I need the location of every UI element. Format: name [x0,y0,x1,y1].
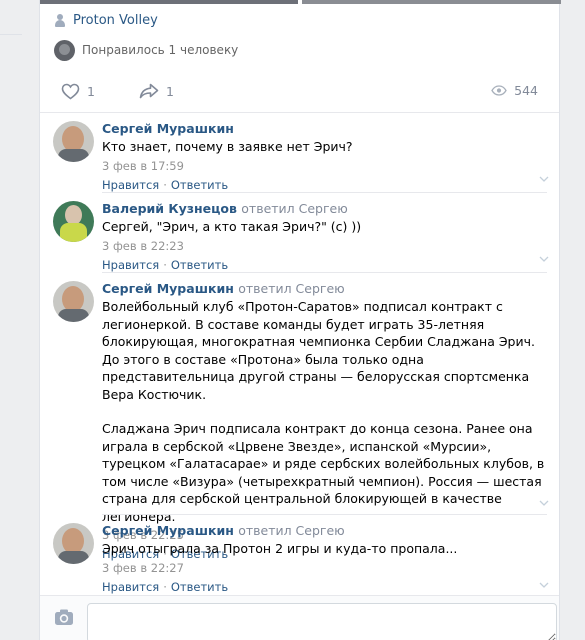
heart-icon [61,83,80,100]
person-icon [54,13,66,27]
comment-paragraph: Эрич отыграла за Протон 2 игры и куда-то… [102,541,458,556]
chevron-down-icon[interactable] [539,500,549,506]
camera-icon[interactable] [53,606,75,628]
author-avatar[interactable] [53,523,94,564]
likers-row[interactable]: Понравилось 1 человеку [54,39,238,61]
chevron-down-icon[interactable] [539,582,549,588]
comment-time[interactable]: 3 фев в 22:23 [102,239,545,254]
comment: Сергей Мурашкин Кто знает, почему в заяв… [40,112,559,192]
replied-to[interactable]: ответил Сергею [241,201,348,216]
post-actions: 1 1 544 [40,80,559,108]
comment-composer [40,595,559,640]
eye-icon [491,85,507,96]
reply-link[interactable]: Ответить [171,258,228,272]
replied-to[interactable]: ответил Сергею [238,523,345,538]
comment-paragraph: Волейбольный клуб «Протон-Саратов» подпи… [102,299,535,402]
comment-time[interactable]: 3 фев в 22:27 [102,561,545,576]
comment-text: Кто знает, почему в заявке нет Эрич? [102,138,545,156]
author-avatar[interactable] [53,121,94,162]
comment-author: Валерий Кузнецов ответил Сергею [102,201,545,217]
comment-time[interactable]: 3 фев в 17:59 [102,159,545,174]
comment-author: Сергей Мурашкин ответил Сергею [102,523,545,539]
comment-author: Сергей Мурашкин [102,121,545,137]
author-link[interactable]: Валерий Кузнецов [102,201,237,216]
author-avatar[interactable] [53,201,94,242]
like-comment-link[interactable]: Нравится [102,258,159,272]
comment-actions: Нравится · Ответить [102,579,229,594]
liker-avatar[interactable] [54,39,75,61]
post-source[interactable]: Proton Volley [54,11,158,29]
comment: Сергей Мурашкин ответил Сергею Эрич отыг… [40,514,559,594]
like-count: 1 [87,84,95,99]
author-link[interactable]: Сергей Мурашкин [102,121,234,136]
post-photo[interactable] [40,0,298,4]
comment-input[interactable] [87,603,557,640]
author-link[interactable]: Сергей Мурашкин [102,523,234,538]
comment-text: Сергей, "Эрич, а кто такая Эрич?" (с) )) [102,218,545,236]
post-card: Proton Volley Понравилось 1 человеку 1 1… [39,0,561,640]
author-link[interactable]: Сергей Мурашкин [102,281,234,296]
share-button[interactable]: 1 [139,83,174,99]
replied-to[interactable]: ответил Сергею [238,281,345,296]
post-photo[interactable] [302,0,561,4]
post-photos-strip[interactable] [40,0,561,4]
page-divider-left [0,34,22,35]
share-count: 1 [166,83,174,99]
comment: Валерий Кузнецов ответил Сергею Сергей, … [40,192,559,272]
chevron-down-icon[interactable] [539,176,549,182]
like-comment-link[interactable]: Нравится [102,178,159,192]
comment-paragraph: Кто знает, почему в заявке нет Эрич? [102,139,353,154]
reply-link[interactable]: Ответить [171,178,228,192]
comment-author: Сергей Мурашкин ответил Сергею [102,281,545,297]
group-name-link[interactable]: Proton Volley [73,13,158,28]
comment-paragraph: Сергей, "Эрич, а кто такая Эрич?" (с) )) [102,219,362,234]
reply-link[interactable]: Ответить [171,580,228,594]
comment-actions: Нравится · Ответить [102,257,229,272]
comment-text: Волейбольный клуб «Протон-Саратов» подпи… [102,298,545,525]
like-comment-link[interactable]: Нравится [102,580,159,594]
views-count: 544 [514,83,538,98]
comment-actions: Нравится · Ответить [102,177,229,192]
author-avatar[interactable] [53,281,94,322]
views-counter: 544 [491,83,538,98]
comment-text: Эрич отыграла за Протон 2 игры и куда-то… [102,540,545,558]
like-button[interactable]: 1 [61,83,95,100]
chevron-down-icon[interactable] [539,256,549,262]
likers-text[interactable]: Понравилось 1 человеку [82,43,238,57]
comment: Сергей Мурашкин ответил Сергею Волейболь… [40,272,559,561]
share-arrow-icon [139,83,159,99]
comment-paragraph: Сладжана Эрич подписала контракт до конц… [102,421,545,524]
